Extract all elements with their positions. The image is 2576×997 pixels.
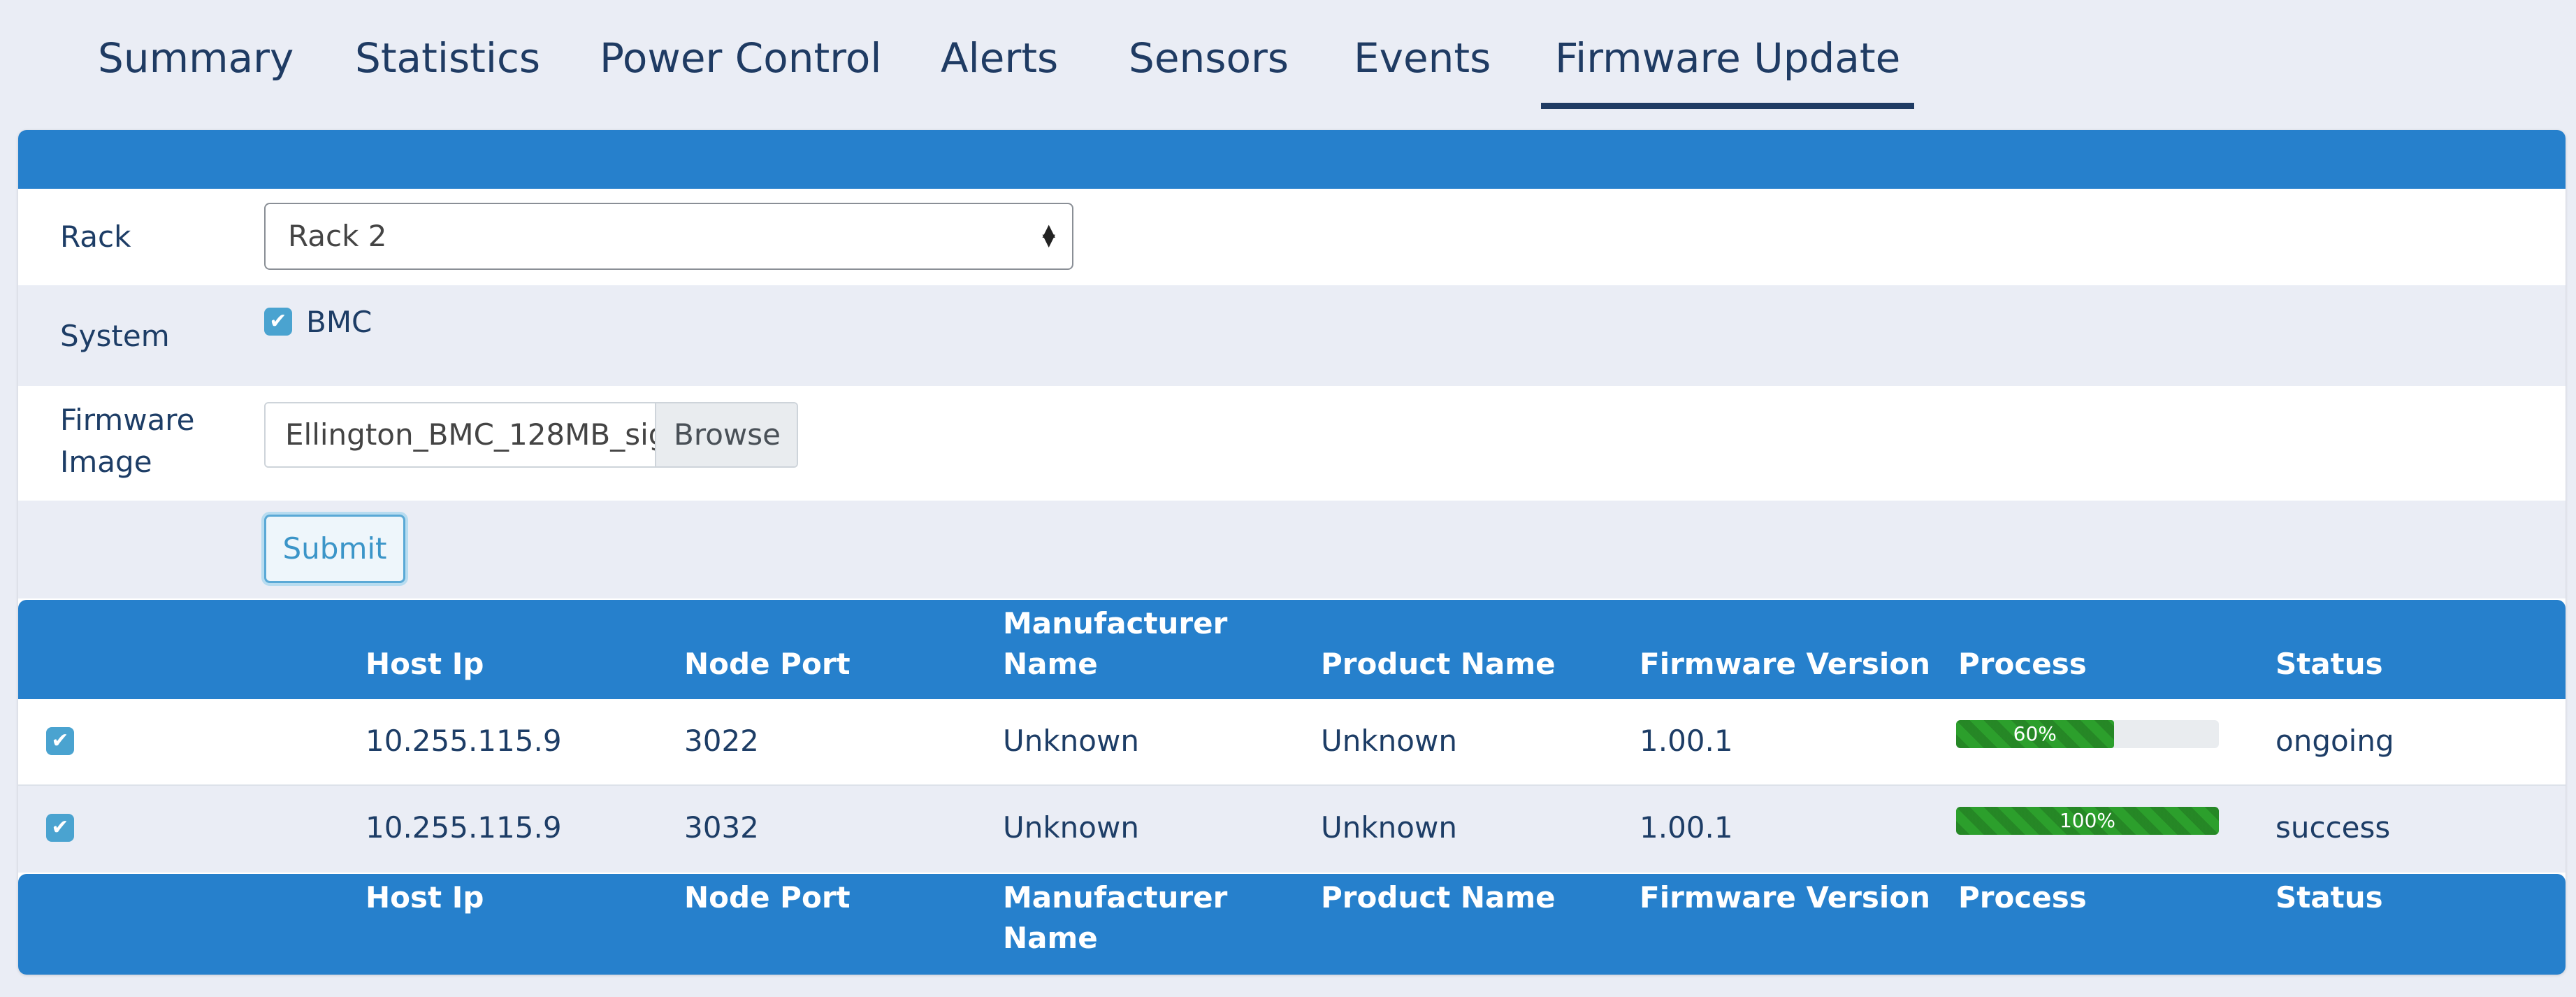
tab-firmware-update[interactable]: Firmware Update	[1541, 28, 1915, 109]
table-footer-header: Host Ip Node Port Manufacturer Name Prod…	[18, 874, 2566, 975]
cell-firmware: 1.00.1	[1640, 724, 1733, 758]
cell-status: success	[2275, 810, 2391, 845]
cell-product: Unknown	[1321, 724, 1457, 758]
checkmark-icon: ✔	[269, 309, 287, 333]
cell-host-ip: 10.255.115.9	[366, 724, 562, 758]
cell-status: ongoing	[2275, 724, 2394, 758]
firmware-image-label-line2: Image	[60, 445, 152, 479]
col-product-name: Product Name	[1321, 647, 1556, 681]
submit-row: Submit	[18, 501, 2566, 598]
col-host-ip: Host Ip	[366, 880, 484, 914]
tab-sensors[interactable]: Sensors	[1129, 28, 1289, 109]
col-manufacturer-line2: Name	[1003, 921, 1098, 955]
progress-bar: 60%	[1956, 720, 2114, 748]
tab-alerts[interactable]: Alerts	[941, 28, 1058, 109]
table-row: ✔ 10.255.115.9 3022 Unknown Unknown 1.00…	[18, 699, 2566, 786]
cell-manufacturer: Unknown	[1003, 724, 1139, 758]
col-manufacturer-line1: Manufacturer	[1003, 880, 1228, 914]
tab-statistics[interactable]: Statistics	[355, 28, 540, 109]
col-status: Status	[2275, 880, 2383, 914]
bmc-label: BMC	[306, 305, 372, 339]
cell-node-port: 3022	[684, 724, 759, 758]
submit-button[interactable]: Submit	[264, 515, 405, 583]
progress-track: 100%	[1956, 807, 2219, 835]
rack-label: Rack	[60, 220, 131, 254]
cell-node-port: 3032	[684, 810, 759, 845]
system-row: System ✔ BMC	[18, 285, 2566, 386]
tab-bar: Summary Statistics Power Control Alerts …	[0, 0, 2576, 112]
col-host-ip: Host Ip	[366, 647, 484, 681]
browse-button[interactable]: Browse	[655, 403, 797, 466]
col-firmware-version: Firmware Version	[1640, 880, 1931, 914]
system-label: System	[60, 319, 170, 353]
progress-bar: 100%	[1956, 807, 2219, 835]
panel-header	[18, 130, 2566, 189]
col-process: Process	[1958, 647, 2087, 681]
firmware-file-input[interactable]: Ellington_BMC_128MB_signed Browse	[264, 402, 798, 468]
row-checkbox[interactable]: ✔	[46, 814, 74, 842]
col-status: Status	[2275, 647, 2383, 681]
tab-summary[interactable]: Summary	[98, 28, 294, 109]
table-row: ✔ 10.255.115.9 3032 Unknown Unknown 1.00…	[18, 786, 2566, 873]
col-manufacturer-line1: Manufacturer	[1003, 606, 1228, 640]
checkmark-icon: ✔	[51, 815, 69, 840]
firmware-image-row: Firmware Image Ellington_BMC_128MB_signe…	[18, 386, 2566, 501]
col-node-port: Node Port	[684, 647, 851, 681]
cell-firmware: 1.00.1	[1640, 810, 1733, 845]
rack-select-value: Rack 2	[288, 219, 387, 253]
firmware-update-panel: Rack Rack 2 ▲ ▼ System ✔ BMC Firmware Ima…	[18, 130, 2566, 975]
row-checkbox[interactable]: ✔	[46, 727, 74, 755]
rack-select[interactable]: Rack 2 ▲ ▼	[264, 203, 1073, 270]
col-process: Process	[1958, 880, 2087, 914]
cell-manufacturer: Unknown	[1003, 810, 1139, 845]
tab-events[interactable]: Events	[1354, 28, 1491, 109]
up-down-caret-icon: ▲ ▼	[1042, 220, 1055, 250]
firmware-file-name: Ellington_BMC_128MB_signed	[285, 417, 655, 452]
checkmark-icon: ✔	[51, 729, 69, 753]
col-node-port: Node Port	[684, 880, 851, 914]
bmc-checkbox[interactable]: ✔	[264, 308, 292, 336]
col-manufacturer-line2: Name	[1003, 647, 1098, 681]
progress-track: 60%	[1956, 720, 2219, 748]
table-header: Host Ip Node Port Manufacturer Name Prod…	[18, 600, 2566, 699]
cell-host-ip: 10.255.115.9	[366, 810, 562, 845]
col-product-name: Product Name	[1321, 880, 1556, 914]
cell-product: Unknown	[1321, 810, 1457, 845]
col-firmware-version: Firmware Version	[1640, 647, 1931, 681]
tab-power-control[interactable]: Power Control	[600, 28, 881, 109]
firmware-image-label-line1: Firmware	[60, 403, 195, 437]
